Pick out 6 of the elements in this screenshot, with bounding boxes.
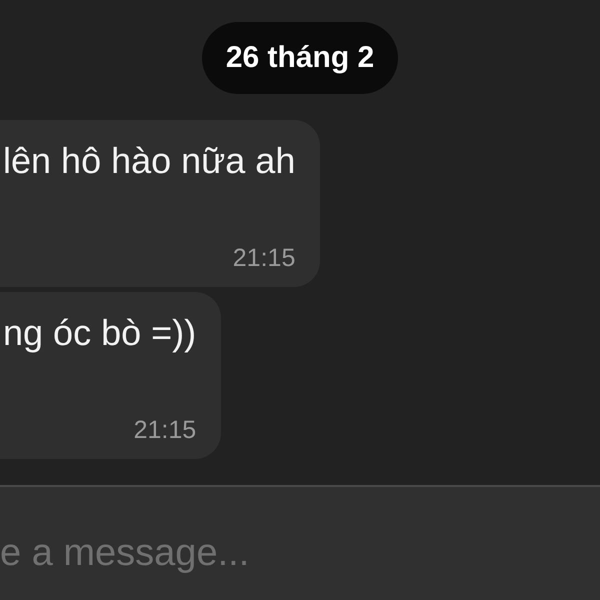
message-text: lên hô hào nữa ah	[3, 141, 296, 181]
date-separator: 26 tháng 2	[202, 22, 398, 94]
message-time: 21:15	[232, 243, 296, 273]
message-text: ng óc bò =))	[3, 313, 196, 353]
message-input[interactable]: e a message...	[0, 485, 600, 600]
message-time: 21:15	[134, 415, 196, 445]
